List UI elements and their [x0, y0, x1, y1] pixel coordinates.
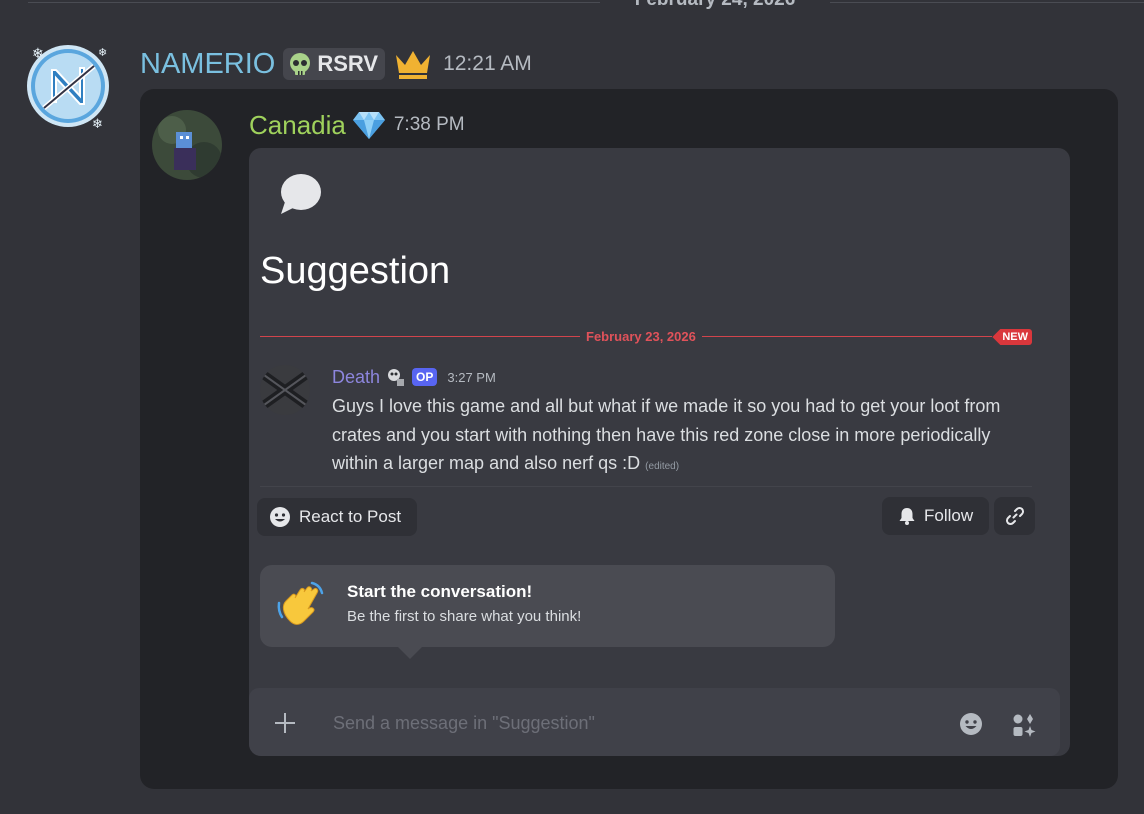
new-badge: NEW	[992, 329, 1032, 345]
crown-icon	[396, 51, 431, 79]
message-input[interactable]	[331, 710, 851, 736]
start-conversation-prompt: Start the conversation! Be the first to …	[260, 565, 835, 659]
edited-label: (edited)	[645, 461, 680, 472]
speech-bubble-icon	[281, 174, 321, 214]
follow-button[interactable]: Follow	[882, 497, 989, 535]
prompt-tail	[398, 647, 422, 659]
prompt-subtitle: Be the first to share what you think!	[347, 608, 582, 625]
divider-line	[28, 2, 1144, 3]
decoration-icon	[388, 369, 405, 386]
post-content: Guys I love this game and all but what i…	[332, 392, 1032, 482]
waving-hand-icon	[277, 581, 324, 625]
react-to-post-label: React to Post	[299, 507, 402, 526]
new-divider-date: February 23, 2026	[580, 328, 702, 346]
date-divider: February 24, 2026	[28, 0, 1144, 12]
embed-author-name[interactable]: Canadia	[249, 109, 346, 141]
follow-label: Follow	[924, 506, 974, 525]
op-badge: OP	[412, 368, 438, 386]
copy-link-button[interactable]	[994, 497, 1035, 535]
link-icon	[1005, 506, 1024, 526]
server-tag-label: RSRV	[317, 51, 379, 76]
message-timestamp: 12:21 AM	[443, 52, 532, 75]
server-tag[interactable]: RSRV	[283, 48, 386, 80]
user-avatar[interactable]: ❄ ❄ ❄	[26, 44, 110, 131]
message-composer	[249, 688, 1060, 756]
bell-icon	[899, 508, 915, 525]
post-timestamp: 3:27 PM	[447, 369, 496, 385]
embed-timestamp: 7:38 PM	[393, 114, 465, 135]
diamond-icon	[352, 112, 385, 139]
new-messages-divider: February 23, 2026 NEW	[260, 328, 1032, 346]
react-to-post-button[interactable]: React to Post	[257, 498, 417, 536]
smiley-icon	[270, 507, 290, 527]
forum-post-card: Suggestion February 23, 2026 NEW Death O…	[249, 148, 1070, 756]
date-divider-label: February 24, 2026	[600, 0, 830, 12]
message-header: NAMERIO RSRV 12:21 AM	[140, 44, 532, 84]
embed-author-avatar[interactable]	[152, 110, 222, 180]
post-author-name[interactable]: Death	[332, 367, 380, 388]
prompt-title: Start the conversation!	[347, 582, 533, 601]
forum-post-title[interactable]: Suggestion	[260, 248, 450, 294]
skull-icon	[290, 53, 311, 75]
plus-icon[interactable]	[273, 711, 297, 735]
svg-text:❄: ❄	[98, 47, 107, 59]
card-separator	[260, 486, 1032, 487]
emoji-icon[interactable]	[959, 712, 983, 736]
apps-icon[interactable]	[1011, 712, 1037, 738]
username[interactable]: NAMERIO	[140, 46, 275, 82]
embed-header: Canadia 7:38 PM	[249, 108, 465, 142]
post-author-avatar[interactable]	[260, 365, 310, 415]
svg-text:❄: ❄	[32, 45, 44, 61]
svg-text:❄: ❄	[92, 116, 103, 128]
post-header: Death OP 3:27 PM	[332, 366, 496, 388]
